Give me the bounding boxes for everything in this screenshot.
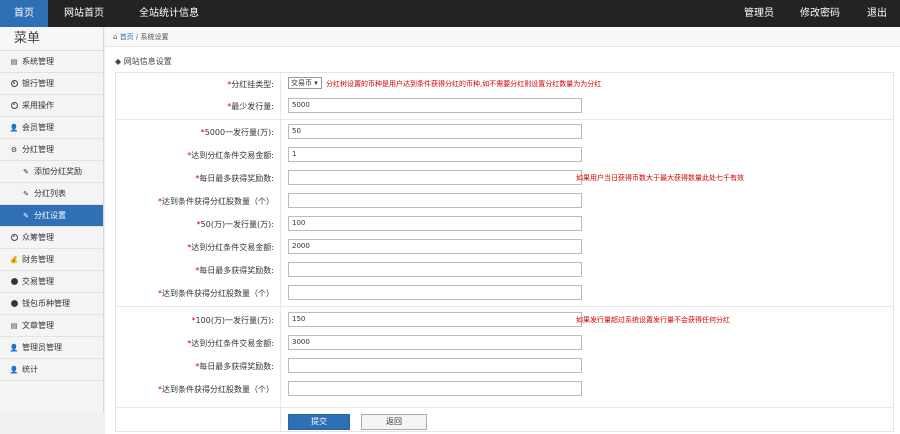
wrench-icon: ✎ <box>23 167 29 176</box>
form-row-mode: *分红挂类型: 交易币 ▾ 分红树设置的币种是用户达到条件获得分红的币种,如不需… <box>227 77 602 89</box>
tier2-shares-input[interactable] <box>288 285 582 300</box>
separator <box>116 407 893 408</box>
tier2-amount-input[interactable]: 2000 <box>288 239 582 254</box>
nav-site-stats[interactable]: 全站统计信息 <box>120 0 218 27</box>
top-right-nav: 管理员 修改密码 退出 <box>732 0 900 27</box>
form-row-tier3-daily: *每日最多获得奖励数: <box>116 355 893 377</box>
sidebar-item-trade[interactable]: 交易管理 <box>0 271 103 293</box>
min-issue-input[interactable]: 5000 <box>288 98 582 113</box>
sidebar-bottom <box>0 413 104 434</box>
form-row-tier1-issue: *5000一发行量(万): 50 <box>116 121 893 143</box>
form-row-tier3-issue: *100(万)一发行量(万): 150 如果发行量超过系统设置发行量不会获得任何… <box>116 309 893 331</box>
sidebar-item-members[interactable]: 👤 会员管理 <box>0 117 103 139</box>
daily-note: 如果用户当日获得币数大于最大获得数量此处七千有效 <box>576 174 744 182</box>
issue-note: 如果发行量超过系统设置发行量不会获得任何分红 <box>576 316 730 324</box>
wrench-icon: ✎ <box>23 211 29 220</box>
form-row-tier3-amount: *达到分红条件交易金额: 3000 <box>116 332 893 354</box>
form-row-min-issue: *最少发行量: 5000 <box>116 95 893 117</box>
form-row-tier2-daily: *每日最多获得奖励数: <box>116 259 893 281</box>
form-row-tier1-daily: *每日最多获得奖励数: 如果用户当日获得币数大于最大获得数量此处七千有效 <box>116 167 893 189</box>
back-button[interactable]: 返回 <box>361 414 427 430</box>
form-row-tier1-amount: *达到分红条件交易金额: 1 <box>116 144 893 166</box>
nav-change-password[interactable]: 修改密码 <box>790 0 850 27</box>
sidebar-item-wallet-coins[interactable]: 钱包币种管理 <box>0 293 103 315</box>
breadcrumb: ⌂ 首页 / 系统设置 <box>105 27 900 47</box>
tier3-amount-input[interactable]: 3000 <box>288 335 582 350</box>
tag-icon: ◆ <box>115 57 122 66</box>
tier1-daily-input[interactable] <box>288 170 582 185</box>
form-row-tier1-shares: *达到条件获得分红股数量（个） <box>116 190 893 212</box>
form-row-tier3-shares: *达到条件获得分红股数量（个） <box>116 378 893 400</box>
sidebar-item-finance[interactable]: 💰 财务管理 <box>0 249 103 271</box>
nav-admin[interactable]: 管理员 <box>732 0 786 27</box>
nav-home[interactable]: 首页 <box>0 0 48 27</box>
bag-icon: 💰 <box>9 255 19 264</box>
tier3-issue-input[interactable]: 150 <box>288 312 582 327</box>
sidebar-item-bank[interactable]: $ 银行管理 <box>0 73 103 95</box>
sidebar-item-system[interactable]: ▤ 系统管理 <box>0 51 103 73</box>
form-row-tier2-shares: *达到条件获得分红股数量（个） <box>116 282 893 304</box>
wrench-icon: ✎ <box>23 189 29 198</box>
sidebar-item-add-dividend[interactable]: ✎ 添加分红奖励 <box>0 161 103 183</box>
tier2-issue-input[interactable]: 100 <box>288 216 582 231</box>
top-nav: 首页 网站首页 全站统计信息 <box>0 0 218 27</box>
menu-title: 菜单 <box>0 27 103 51</box>
sidebar-item-dividend-settings[interactable]: ✎ 分红设置 <box>0 205 103 227</box>
circle-icon: • <box>10 102 18 110</box>
tier3-daily-input[interactable] <box>288 358 582 373</box>
separator <box>116 119 893 120</box>
sidebar-item-dividend-list[interactable]: ✎ 分红列表 <box>0 183 103 205</box>
user-icon: 👤 <box>9 365 19 374</box>
sidebar-item-crowdfunding[interactable]: • 众筹管理 <box>0 227 103 249</box>
sidebar: 菜单 ▤ 系统管理 $ 银行管理 • 采用操作 👤 会员管理 ⚙ 分红管理 ✎ 添加分红奖励… <box>0 27 104 413</box>
tier1-shares-input[interactable] <box>288 193 582 208</box>
document-icon: ▤ <box>10 57 18 66</box>
home-icon: ⌂ <box>113 33 118 41</box>
form-row-tier2-amount: *达到分红条件交易金额: 2000 <box>116 236 893 258</box>
top-bar: 首页 网站首页 全站统计信息 管理员 修改密码 退出 <box>0 0 900 27</box>
sidebar-item-articles[interactable]: ▤ 文章管理 <box>0 315 103 337</box>
breadcrumb-current: 系统设置 <box>140 33 169 41</box>
separator <box>116 306 893 307</box>
settings-form: *分红挂类型: 交易币 ▾ 分红树设置的币种是用户达到条件获得分红的币种,如不需… <box>115 72 894 432</box>
gear-icon: ⚙ <box>10 145 18 154</box>
circle-icon: $ <box>10 80 18 87</box>
tier3-shares-input[interactable] <box>288 381 582 396</box>
mode-note: 分红树设置的币种是用户达到条件获得分红的币种,如不需要分红则设置分红数量为为分红 <box>326 80 602 88</box>
nav-website-home[interactable]: 网站首页 <box>48 0 120 27</box>
submit-button[interactable]: 提交 <box>288 414 350 430</box>
section-title: ◆ 网站信息设置 <box>115 57 172 66</box>
circle-filled-icon <box>10 300 18 308</box>
user-icon: 👤 <box>9 123 19 132</box>
circle-filled-icon <box>10 278 18 286</box>
tier1-issue-input[interactable]: 50 <box>288 124 582 139</box>
sidebar-item-dividend[interactable]: ⚙ 分红管理 <box>0 139 103 161</box>
circle-icon: • <box>10 234 18 242</box>
tier1-amount-input[interactable]: 1 <box>288 147 582 162</box>
document-icon: ▤ <box>10 321 18 330</box>
user-icon: 👤 <box>9 343 19 352</box>
sidebar-item-stats[interactable]: 👤 统计 <box>0 359 103 381</box>
dividend-mode-select[interactable]: 交易币 ▾ <box>288 77 322 89</box>
main-content: ⌂ 首页 / 系统设置 ◆ 网站信息设置 *分红挂类型: 交易币 ▾ 分红树设置… <box>105 27 900 434</box>
sidebar-item-admins[interactable]: 👤 管理员管理 <box>0 337 103 359</box>
breadcrumb-home[interactable]: 首页 <box>120 33 134 41</box>
form-row-tier2-issue: *50(万)一发行量(万): 100 <box>116 213 893 235</box>
sidebar-item-operation[interactable]: • 采用操作 <box>0 95 103 117</box>
nav-logout[interactable]: 退出 <box>854 0 900 27</box>
tier2-daily-input[interactable] <box>288 262 582 277</box>
